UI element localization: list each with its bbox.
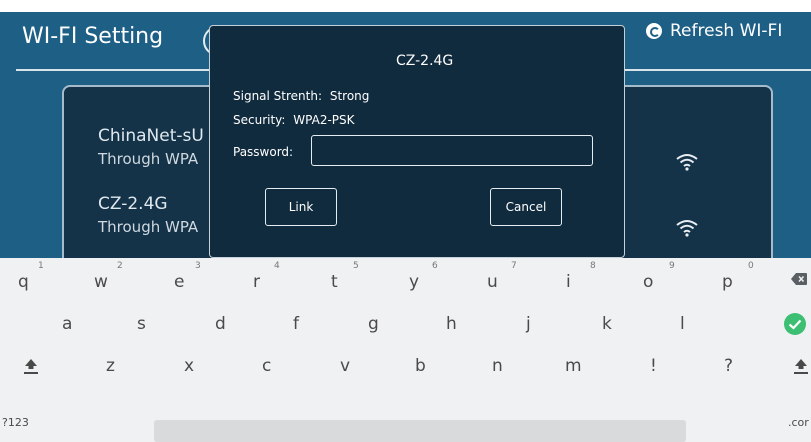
key-u[interactable]: u [487, 272, 498, 292]
list-item[interactable]: CZ-2.4G Through WPA [98, 194, 198, 236]
backspace-icon[interactable] [790, 272, 808, 286]
key-s[interactable]: s [137, 314, 146, 334]
key-f[interactable]: f [293, 314, 299, 334]
key-l[interactable]: l [680, 314, 685, 334]
network-security: Through WPA [98, 218, 199, 236]
wifi-settings-screen: WI-FI Setting Refresh WI-FI ChinaNet-sU … [0, 12, 811, 258]
key-t[interactable]: t [331, 272, 338, 292]
key-number-hint: 5 [353, 261, 359, 271]
refresh-wifi-button[interactable]: Refresh WI-FI [646, 21, 782, 41]
network-name: ChinaNet-sU [98, 126, 204, 146]
key-v[interactable]: v [340, 356, 350, 376]
signal-strength-row: Signal Strenth: Strong [233, 89, 369, 103]
key-number-hint: 7 [511, 261, 517, 271]
list-item[interactable]: ChinaNet-sU Through WPA [98, 126, 204, 168]
wifi-connect-dialog: CZ-2.4G Signal Strenth: Strong Security:… [209, 25, 625, 258]
cancel-button[interactable]: Cancel [490, 188, 562, 226]
signal-strength-label: Signal Strenth: [233, 89, 323, 103]
key-k[interactable]: k [602, 314, 612, 334]
key-number-hint: 4 [274, 261, 280, 271]
shift-icon[interactable] [23, 357, 39, 375]
key-question[interactable]: ? [724, 356, 733, 376]
key-number-hint: 6 [432, 261, 438, 271]
key-h[interactable]: h [446, 314, 457, 334]
key-number-hint: 2 [117, 261, 123, 271]
dialog-title: CZ-2.4G [396, 53, 454, 69]
dotcom-key[interactable]: .cor [788, 416, 809, 429]
key-i[interactable]: i [566, 272, 571, 292]
key-number-hint: 0 [748, 261, 754, 271]
wifi-signal-icon [676, 154, 698, 171]
key-w[interactable]: w [94, 272, 108, 292]
key-x[interactable]: x [184, 356, 194, 376]
key-z[interactable]: z [106, 356, 115, 376]
network-security: Through WPA [98, 150, 199, 168]
key-g[interactable]: g [368, 314, 379, 334]
key-number-hint: 9 [669, 261, 675, 271]
key-a[interactable]: a [62, 314, 72, 334]
key-e[interactable]: e [174, 272, 184, 292]
key-p[interactable]: p [722, 272, 733, 292]
password-label: Password: [233, 145, 294, 159]
symbols-key[interactable]: ?123 [2, 416, 29, 429]
on-screen-keyboard: q 1 w 2 e 3 r 4 t 5 y 6 u 7 i 8 o 9 p 0 … [0, 258, 811, 442]
key-number-hint: 1 [38, 261, 44, 271]
page-title: WI-FI Setting [22, 24, 164, 49]
refresh-label: Refresh WI-FI [670, 21, 783, 41]
key-c[interactable]: c [262, 356, 271, 376]
key-y[interactable]: y [409, 272, 419, 292]
key-j[interactable]: j [526, 314, 531, 334]
spacebar[interactable] [154, 420, 686, 442]
security-row: Security: WPA2-PSK [233, 113, 355, 127]
key-exclamation[interactable]: ! [650, 356, 657, 376]
link-button[interactable]: Link [265, 188, 337, 226]
signal-strength-value: Strong [329, 89, 370, 103]
key-number-hint: 3 [195, 261, 201, 271]
security-label: Security: [233, 113, 286, 127]
refresh-icon [646, 23, 662, 39]
security-value: WPA2-PSK [293, 113, 355, 127]
password-input[interactable] [311, 135, 593, 166]
key-number-hint: 8 [590, 261, 596, 271]
key-q[interactable]: q [18, 272, 29, 292]
shift-icon[interactable] [793, 357, 809, 375]
key-d[interactable]: d [215, 314, 226, 334]
key-o[interactable]: o [643, 272, 653, 292]
wifi-signal-icon [676, 220, 698, 237]
key-b[interactable]: b [415, 356, 426, 376]
key-m[interactable]: m [565, 356, 582, 376]
key-n[interactable]: n [492, 356, 503, 376]
top-strip [0, 0, 811, 12]
enter-check-icon[interactable] [783, 312, 807, 336]
network-name: CZ-2.4G [98, 194, 168, 214]
key-r[interactable]: r [253, 272, 260, 292]
